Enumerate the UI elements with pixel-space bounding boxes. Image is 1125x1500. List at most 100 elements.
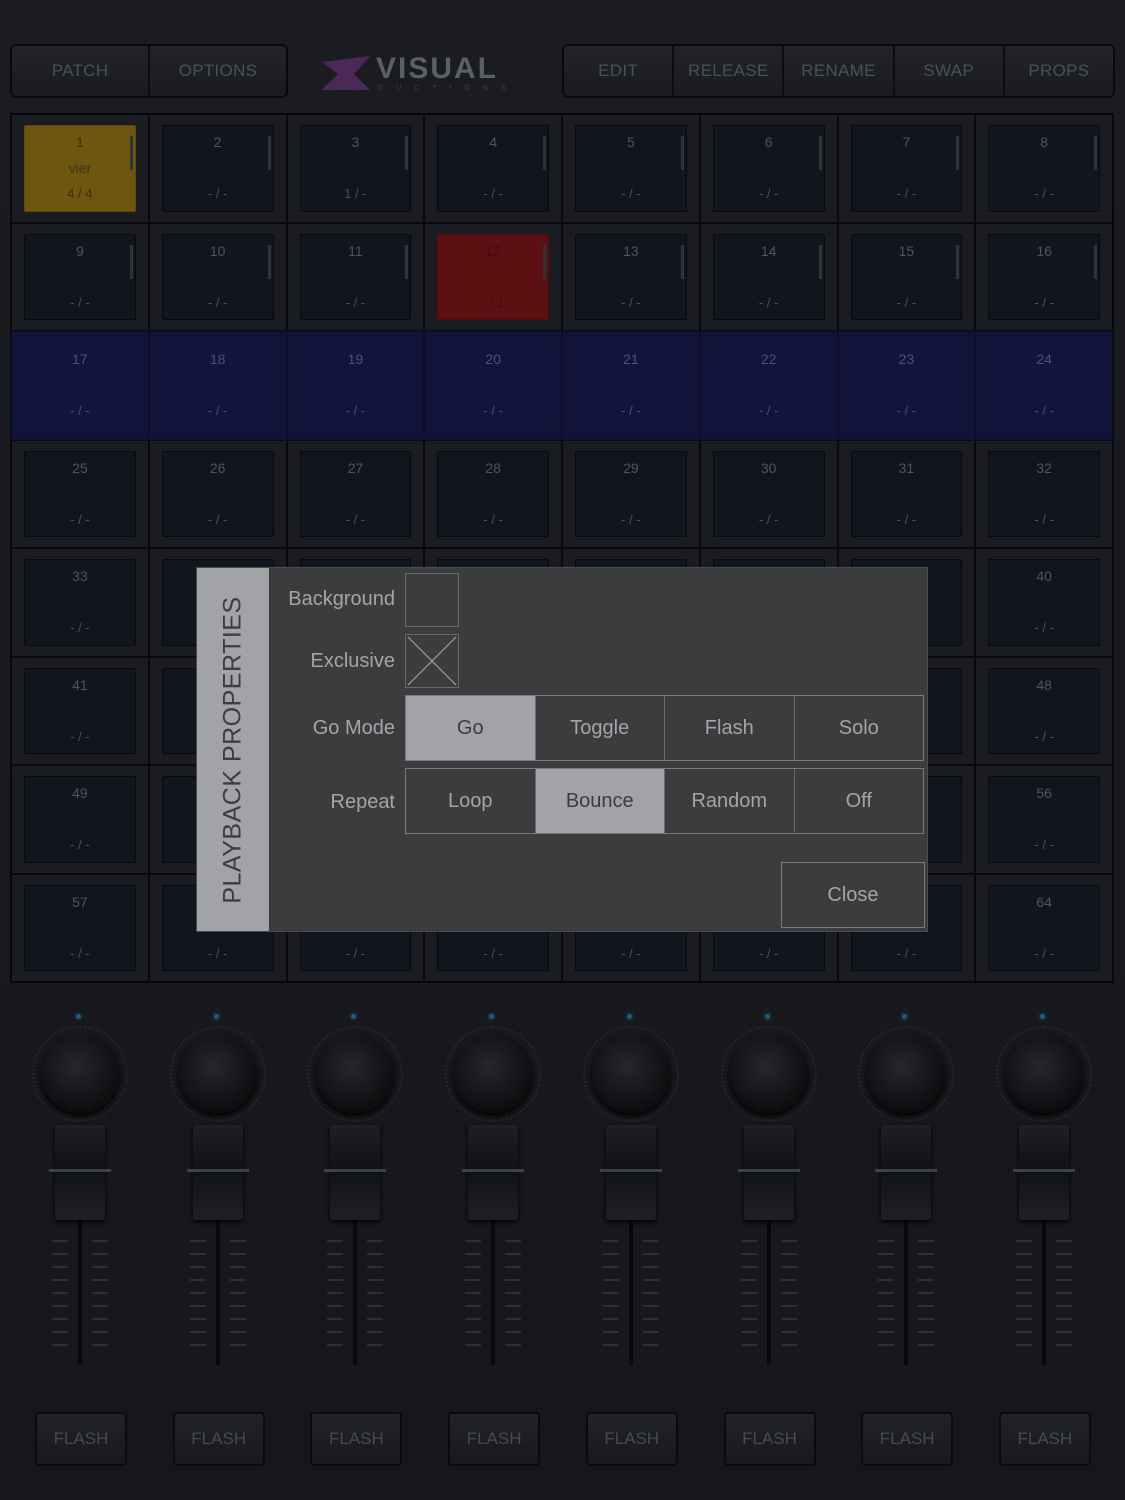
playback-button[interactable]: 5 - / - (575, 125, 687, 212)
fader-handle[interactable] (1012, 1125, 1075, 1220)
playback-button[interactable]: 25 - / - (24, 450, 136, 537)
playback-button[interactable]: 14 - / - (712, 233, 825, 320)
playback-button[interactable]: 29 - / - (575, 450, 687, 537)
playback-step-status: - / - (1034, 620, 1054, 635)
playback-button[interactable]: 20 - / - (437, 342, 549, 429)
playback-button[interactable]: 9 - / - (24, 233, 136, 320)
repeat-random-option[interactable]: Random (665, 769, 795, 833)
playback-button[interactable]: 18 - / - (161, 342, 274, 429)
fader-scale-tick (740, 1344, 757, 1346)
playback-step-status: - / - (345, 511, 366, 527)
playback-button[interactable]: 7 - / - (850, 125, 963, 212)
playback-button[interactable]: 48 - / - (988, 667, 1100, 754)
playback-button[interactable]: 40 - / - (988, 559, 1100, 646)
rotary-knob[interactable] (867, 1035, 946, 1113)
rotary-knob[interactable] (178, 1035, 257, 1113)
playback-button[interactable]: 15 - / - (850, 233, 963, 320)
playback-button[interactable]: 26 - / - (161, 450, 274, 537)
playback-button[interactable]: 21 - / - (575, 342, 687, 429)
playback-cell: 41 - / - (11, 656, 149, 765)
playback-button[interactable]: 57 - / - (24, 884, 136, 971)
close-button[interactable]: Close (781, 862, 925, 928)
repeat-off-option[interactable]: Off (795, 769, 924, 833)
edit-button[interactable]: EDIT (564, 46, 675, 96)
fader-scale-tick (740, 1240, 757, 1242)
playback-button[interactable]: 16 - / - (988, 233, 1100, 320)
fader-handle-line (875, 1169, 938, 1172)
playback-button[interactable]: 4 - / - (437, 125, 549, 212)
repeat-loop-option[interactable]: Loop (406, 769, 536, 833)
playback-button[interactable]: 33 - / - (24, 559, 136, 646)
playback-step-status: - / 1 (481, 294, 505, 310)
playback-button[interactable]: 23 - / - (850, 342, 963, 429)
playback-button[interactable]: 19 - / - (299, 342, 412, 429)
exclusive-checkbox[interactable] (405, 634, 459, 688)
playback-button[interactable]: 30 - / - (712, 450, 825, 537)
flash-button[interactable]: FLASH (172, 1412, 265, 1466)
props-button[interactable]: PROPS (1005, 46, 1113, 96)
flash-button[interactable]: FLASH (35, 1412, 127, 1466)
background-checkbox[interactable] (405, 573, 459, 627)
flash-button[interactable]: FLASH (310, 1412, 403, 1466)
playback-button[interactable]: 27 - / - (299, 450, 412, 537)
flash-button[interactable]: FLASH (585, 1412, 678, 1466)
fader-handle[interactable] (49, 1125, 111, 1220)
playback-button[interactable]: 1 vier 4 / 4 (24, 125, 136, 212)
rotary-knob[interactable] (41, 1035, 119, 1113)
fader-handle[interactable] (599, 1125, 662, 1220)
playback-button[interactable]: 10 - / - (161, 233, 274, 320)
flash-button[interactable]: FLASH (723, 1412, 816, 1466)
playback-button[interactable]: 49 - / - (24, 776, 136, 863)
playback-button[interactable]: 41 - / - (24, 667, 136, 754)
fader-handle[interactable] (462, 1125, 525, 1220)
playback-button[interactable]: 6 - / - (712, 125, 825, 212)
options-button[interactable]: OPTIONS (150, 46, 286, 96)
playback-cell: 20 - / - (424, 331, 562, 440)
patch-button[interactable]: PATCH (12, 46, 150, 96)
playback-number: 9 (75, 242, 84, 259)
flash-button[interactable]: FLASH (998, 1412, 1091, 1466)
playback-button[interactable]: 31 - / - (850, 450, 963, 537)
rotary-knob[interactable] (1004, 1035, 1083, 1113)
playback-button[interactable]: 22 - / - (712, 342, 825, 429)
fader-handle[interactable] (324, 1125, 387, 1220)
playback-button[interactable]: 8 - / - (988, 125, 1100, 212)
fader-scale-tick (602, 1240, 619, 1242)
playback-step-status: 4 / 4 (67, 186, 93, 201)
playback-number: 11 (348, 242, 363, 259)
go-mode-toggle-option[interactable]: Toggle (536, 696, 665, 760)
playback-cell: 29 - / - (562, 439, 700, 548)
playback-button[interactable]: 11 - / - (299, 233, 412, 320)
flash-button[interactable]: FLASH (861, 1412, 954, 1466)
rotary-knob[interactable] (729, 1035, 808, 1113)
fader-handle[interactable] (186, 1125, 249, 1220)
rename-button[interactable]: RENAME (784, 46, 895, 96)
rotary-knob[interactable] (316, 1035, 395, 1113)
visual-productions-logo: VISUAL PRODUCTIONS (320, 52, 525, 96)
playback-step-status: - / - (345, 945, 366, 961)
playback-button[interactable]: 24 - / - (988, 342, 1100, 429)
fader-handle[interactable] (875, 1125, 938, 1220)
playback-button[interactable]: 32 - / - (988, 450, 1100, 537)
playback-button[interactable]: 12 - / 1 (437, 233, 549, 320)
playback-button[interactable]: 3 1 / - (299, 125, 412, 212)
go-mode-solo-option[interactable]: Solo (795, 696, 924, 760)
playback-step-status: - / - (70, 403, 90, 418)
playback-button[interactable]: 17 - / - (24, 342, 136, 429)
playback-button[interactable]: 13 - / - (575, 233, 687, 320)
fader-scale-tick (367, 1344, 384, 1346)
playback-button[interactable]: 2 - / - (161, 125, 274, 212)
playback-number: 25 (72, 459, 88, 476)
rotary-knob[interactable] (591, 1035, 670, 1113)
release-button[interactable]: RELEASE (674, 46, 785, 96)
fader-handle[interactable] (737, 1125, 800, 1220)
repeat-bounce-option[interactable]: Bounce (535, 769, 665, 833)
rotary-knob[interactable] (454, 1035, 533, 1113)
playback-button[interactable]: 64 - / - (988, 884, 1100, 971)
go-mode-flash-option[interactable]: Flash (665, 696, 795, 760)
playback-button[interactable]: 28 - / - (437, 450, 549, 537)
playback-button[interactable]: 56 - / - (988, 776, 1100, 863)
go-mode-go-option[interactable]: Go (406, 696, 536, 760)
swap-button[interactable]: SWAP (895, 46, 1005, 96)
flash-button[interactable]: FLASH (448, 1412, 541, 1466)
